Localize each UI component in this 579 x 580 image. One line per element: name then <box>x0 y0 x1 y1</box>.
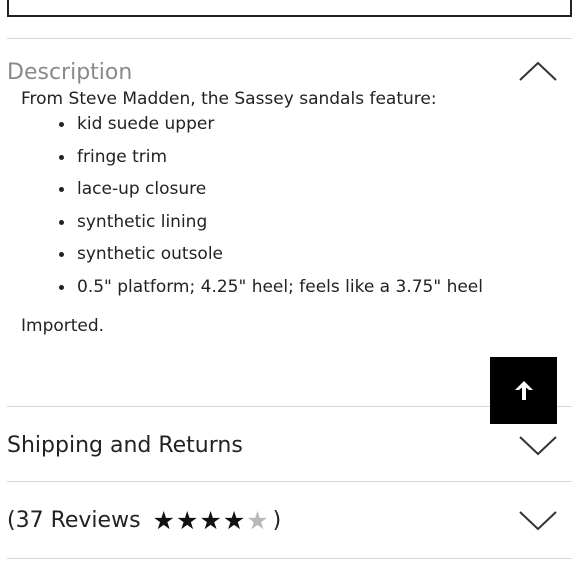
close-paren: ) <box>272 507 282 533</box>
feature-item: lace-up closure <box>59 178 551 211</box>
star-filled-icon: ★ <box>175 505 199 535</box>
description-intro: From Steve Madden, the Sassey sandals fe… <box>21 89 437 109</box>
reviews-count: 37 Reviews <box>15 507 141 533</box>
reviews-title: ( 37 Reviews ★ ★ ★ ★ ★ ) <box>7 508 281 533</box>
chevron-up-icon[interactable] <box>518 60 558 84</box>
chevron-down-icon[interactable] <box>518 433 558 457</box>
star-filled-icon: ★ <box>222 505 246 535</box>
description-title: Description <box>7 59 133 85</box>
feature-item: fringe trim <box>59 146 551 179</box>
star-filled-icon: ★ <box>152 505 175 535</box>
reviews-header[interactable]: ( 37 Reviews ★ ★ ★ ★ ★ ) <box>7 482 572 558</box>
shipping-title: Shipping and Returns <box>7 432 243 458</box>
feature-item: synthetic outsole <box>59 243 551 276</box>
previous-field-box <box>7 0 572 17</box>
imported-note: Imported. <box>21 316 105 336</box>
feature-item: 0.5" platform; 4.25" heel; feels like a … <box>59 276 551 309</box>
reviews-section: ( 37 Reviews ★ ★ ★ ★ ★ ) <box>7 481 572 559</box>
shipping-section: Shipping and Returns <box>7 406 572 483</box>
open-paren: ( <box>7 507 16 533</box>
star-rating: ★ ★ ★ ★ ★ <box>153 508 269 533</box>
scroll-to-top-button[interactable] <box>490 357 557 424</box>
chevron-down-icon[interactable] <box>518 508 558 532</box>
feature-item: kid suede upper <box>59 113 551 146</box>
feature-item: synthetic lining <box>59 211 551 244</box>
arrow-up-icon <box>514 380 533 400</box>
shipping-header[interactable]: Shipping and Returns <box>7 407 572 483</box>
description-body: From Steve Madden, the Sassey sandals fe… <box>21 88 551 337</box>
feature-list: kid suede upper fringe trim lace-up clos… <box>59 113 551 308</box>
star-empty-icon: ★ <box>246 505 269 535</box>
star-filled-icon: ★ <box>199 505 222 535</box>
